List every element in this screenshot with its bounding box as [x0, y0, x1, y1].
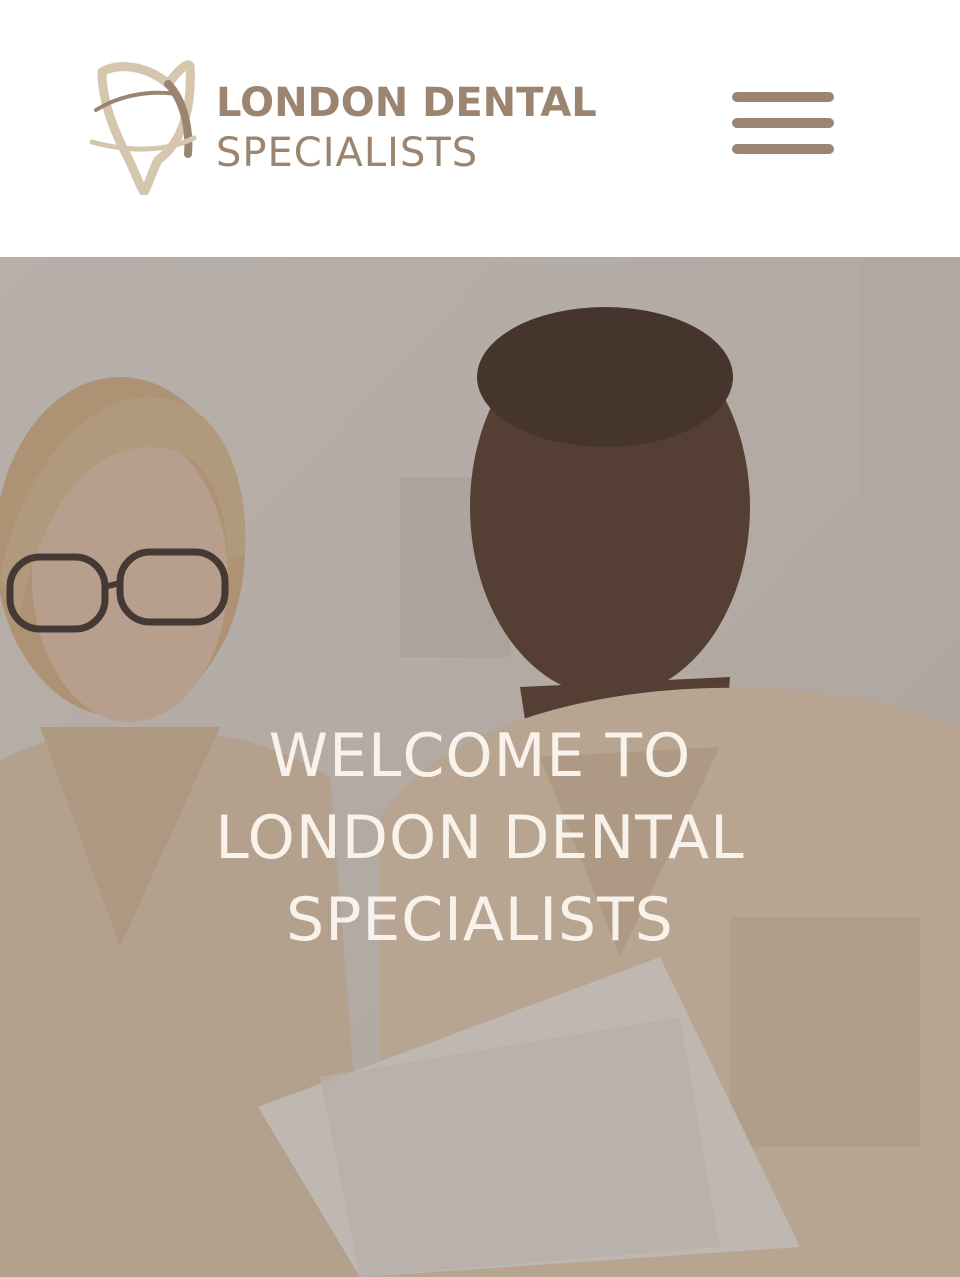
hero-banner: WELCOME TO LONDON DENTAL SPECIALISTS [0, 257, 960, 1277]
menu-bar [732, 144, 834, 154]
menu-bar [732, 92, 834, 102]
site-logo[interactable]: LONDON DENTAL SPECIALISTS [88, 60, 648, 195]
hero-title-line: WELCOME TO [268, 721, 692, 791]
tooth-logo-icon [89, 60, 197, 195]
hero-title-line: SPECIALISTS [286, 885, 674, 955]
hero-title-line: LONDON DENTAL [215, 803, 745, 873]
hero-title: WELCOME TO LONDON DENTAL SPECIALISTS [80, 715, 880, 961]
menu-bar [732, 118, 834, 128]
site-header: LONDON DENTAL SPECIALISTS [0, 0, 960, 257]
logo-text-line2: SPECIALISTS [216, 130, 479, 176]
logo-text-line1: LONDON DENTAL [216, 80, 597, 126]
menu-button[interactable] [724, 84, 842, 164]
